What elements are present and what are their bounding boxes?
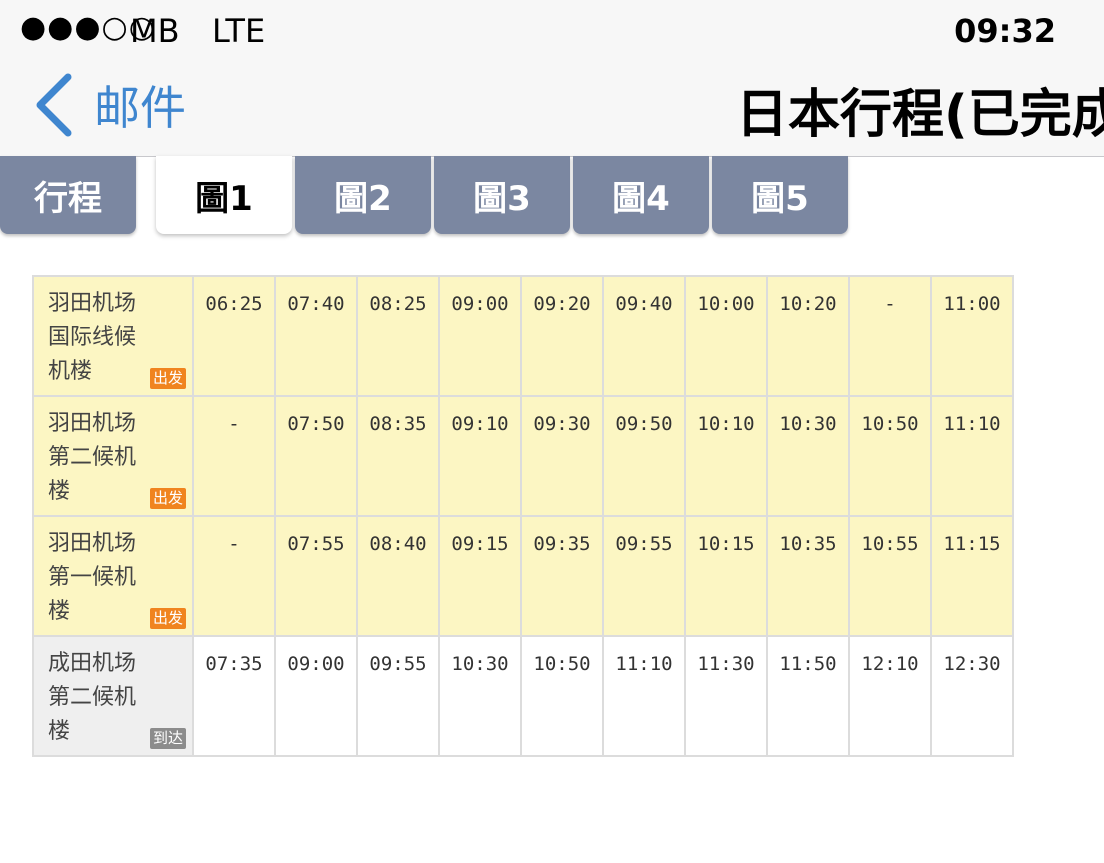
time-cell: 09:00	[438, 275, 522, 397]
tab-image-4[interactable]: 圖4	[573, 156, 709, 234]
tab-image-2[interactable]: 圖2	[295, 156, 431, 234]
time-cell: 06:25	[192, 275, 276, 397]
tab-image-1[interactable]: 圖1	[156, 156, 292, 234]
time-cell: 10:35	[766, 515, 850, 637]
table-row: 成田机场第二候机楼 到达 07:35 09:00 09:55 10:30 10:…	[32, 635, 1014, 757]
station-cell: 羽田机场第一候机楼 出发	[32, 515, 194, 637]
time-cell: 09:15	[438, 515, 522, 637]
time-cell: 10:15	[684, 515, 768, 637]
time-cell: 11:10	[602, 635, 686, 757]
table-row: 羽田机场第二候机楼 出发 - 07:50 08:35 09:10 09:30 0…	[32, 395, 1014, 517]
station-cell: 成田机场第二候机楼 到达	[32, 635, 194, 757]
time-cell: 09:55	[356, 635, 440, 757]
time-cell: 10:55	[848, 515, 932, 637]
tab-image-5[interactable]: 圖5	[712, 156, 848, 234]
time-cell: 11:30	[684, 635, 768, 757]
arrival-badge: 到达	[149, 728, 186, 749]
station-cell: 羽田机场第二候机楼 出发	[32, 395, 194, 517]
carrier-name: MB	[130, 12, 180, 50]
time-cell: 09:35	[520, 515, 604, 637]
time-cell: 07:50	[274, 395, 358, 517]
page-title: 日本行程(已完成	[736, 85, 1104, 145]
table-row: 羽田机场国际线候机楼 出发 06:25 07:40 08:25 09:00 09…	[32, 275, 1014, 397]
time-cell: -	[192, 395, 276, 517]
time-cell: 10:00	[684, 275, 768, 397]
time-cell: 11:10	[930, 395, 1014, 517]
time-cell: 12:30	[930, 635, 1014, 757]
time-cell: 09:00	[274, 635, 358, 757]
station-name: 羽田机场第一候机楼	[48, 531, 137, 624]
navigation-bar: 邮件 日本行程(已完成	[0, 62, 1104, 157]
time-cell: 09:30	[520, 395, 604, 517]
time-cell: 08:40	[356, 515, 440, 637]
chevron-left-icon	[36, 73, 72, 137]
time-cell: 09:55	[602, 515, 686, 637]
time-cell: 10:20	[766, 275, 850, 397]
time-cell: 09:20	[520, 275, 604, 397]
departure-badge: 出发	[149, 488, 186, 509]
time-cell: 11:00	[930, 275, 1014, 397]
table-row: 羽田机场第一候机楼 出发 - 07:55 08:40 09:15 09:35 0…	[32, 515, 1014, 637]
time-cell: 10:30	[766, 395, 850, 517]
tab-bar: 行程 圖1 圖2 圖3 圖4 圖5	[0, 156, 860, 236]
station-name: 羽田机场国际线候机楼	[48, 291, 137, 384]
time-cell: 10:50	[848, 395, 932, 517]
time-cell: 09:50	[602, 395, 686, 517]
time-cell: 07:40	[274, 275, 358, 397]
time-cell: 12:10	[848, 635, 932, 757]
departure-badge: 出发	[149, 368, 186, 389]
back-button-label: 邮件	[94, 81, 186, 135]
time-cell: 08:35	[356, 395, 440, 517]
station-cell: 羽田机场国际线候机楼 出发	[32, 275, 194, 397]
time-cell: 08:25	[356, 275, 440, 397]
time-cell: 11:50	[766, 635, 850, 757]
tab-image-3[interactable]: 圖3	[434, 156, 570, 234]
network-type: LTE	[212, 12, 266, 50]
time-cell: 09:40	[602, 275, 686, 397]
time-cell: 11:15	[930, 515, 1014, 637]
station-name: 成田机场第二候机楼	[48, 651, 137, 744]
station-name: 羽田机场第二候机楼	[48, 411, 137, 504]
time-cell: 07:55	[274, 515, 358, 637]
tab-itinerary[interactable]: 行程	[0, 156, 136, 234]
time-cell: 10:10	[684, 395, 768, 517]
time-cell: 10:50	[520, 635, 604, 757]
departure-badge: 出发	[149, 608, 186, 629]
time-cell: 09:10	[438, 395, 522, 517]
bus-schedule-table: 羽田机场国际线候机楼 出发 06:25 07:40 08:25 09:00 09…	[32, 275, 1014, 757]
time-cell: -	[192, 515, 276, 637]
time-cell: -	[848, 275, 932, 397]
time-cell: 10:30	[438, 635, 522, 757]
status-bar: ●●●○○ MB LTE 09:32	[0, 0, 1104, 62]
status-clock: 09:32	[954, 12, 1056, 50]
back-button[interactable]: 邮件	[32, 70, 186, 140]
time-cell: 07:35	[192, 635, 276, 757]
